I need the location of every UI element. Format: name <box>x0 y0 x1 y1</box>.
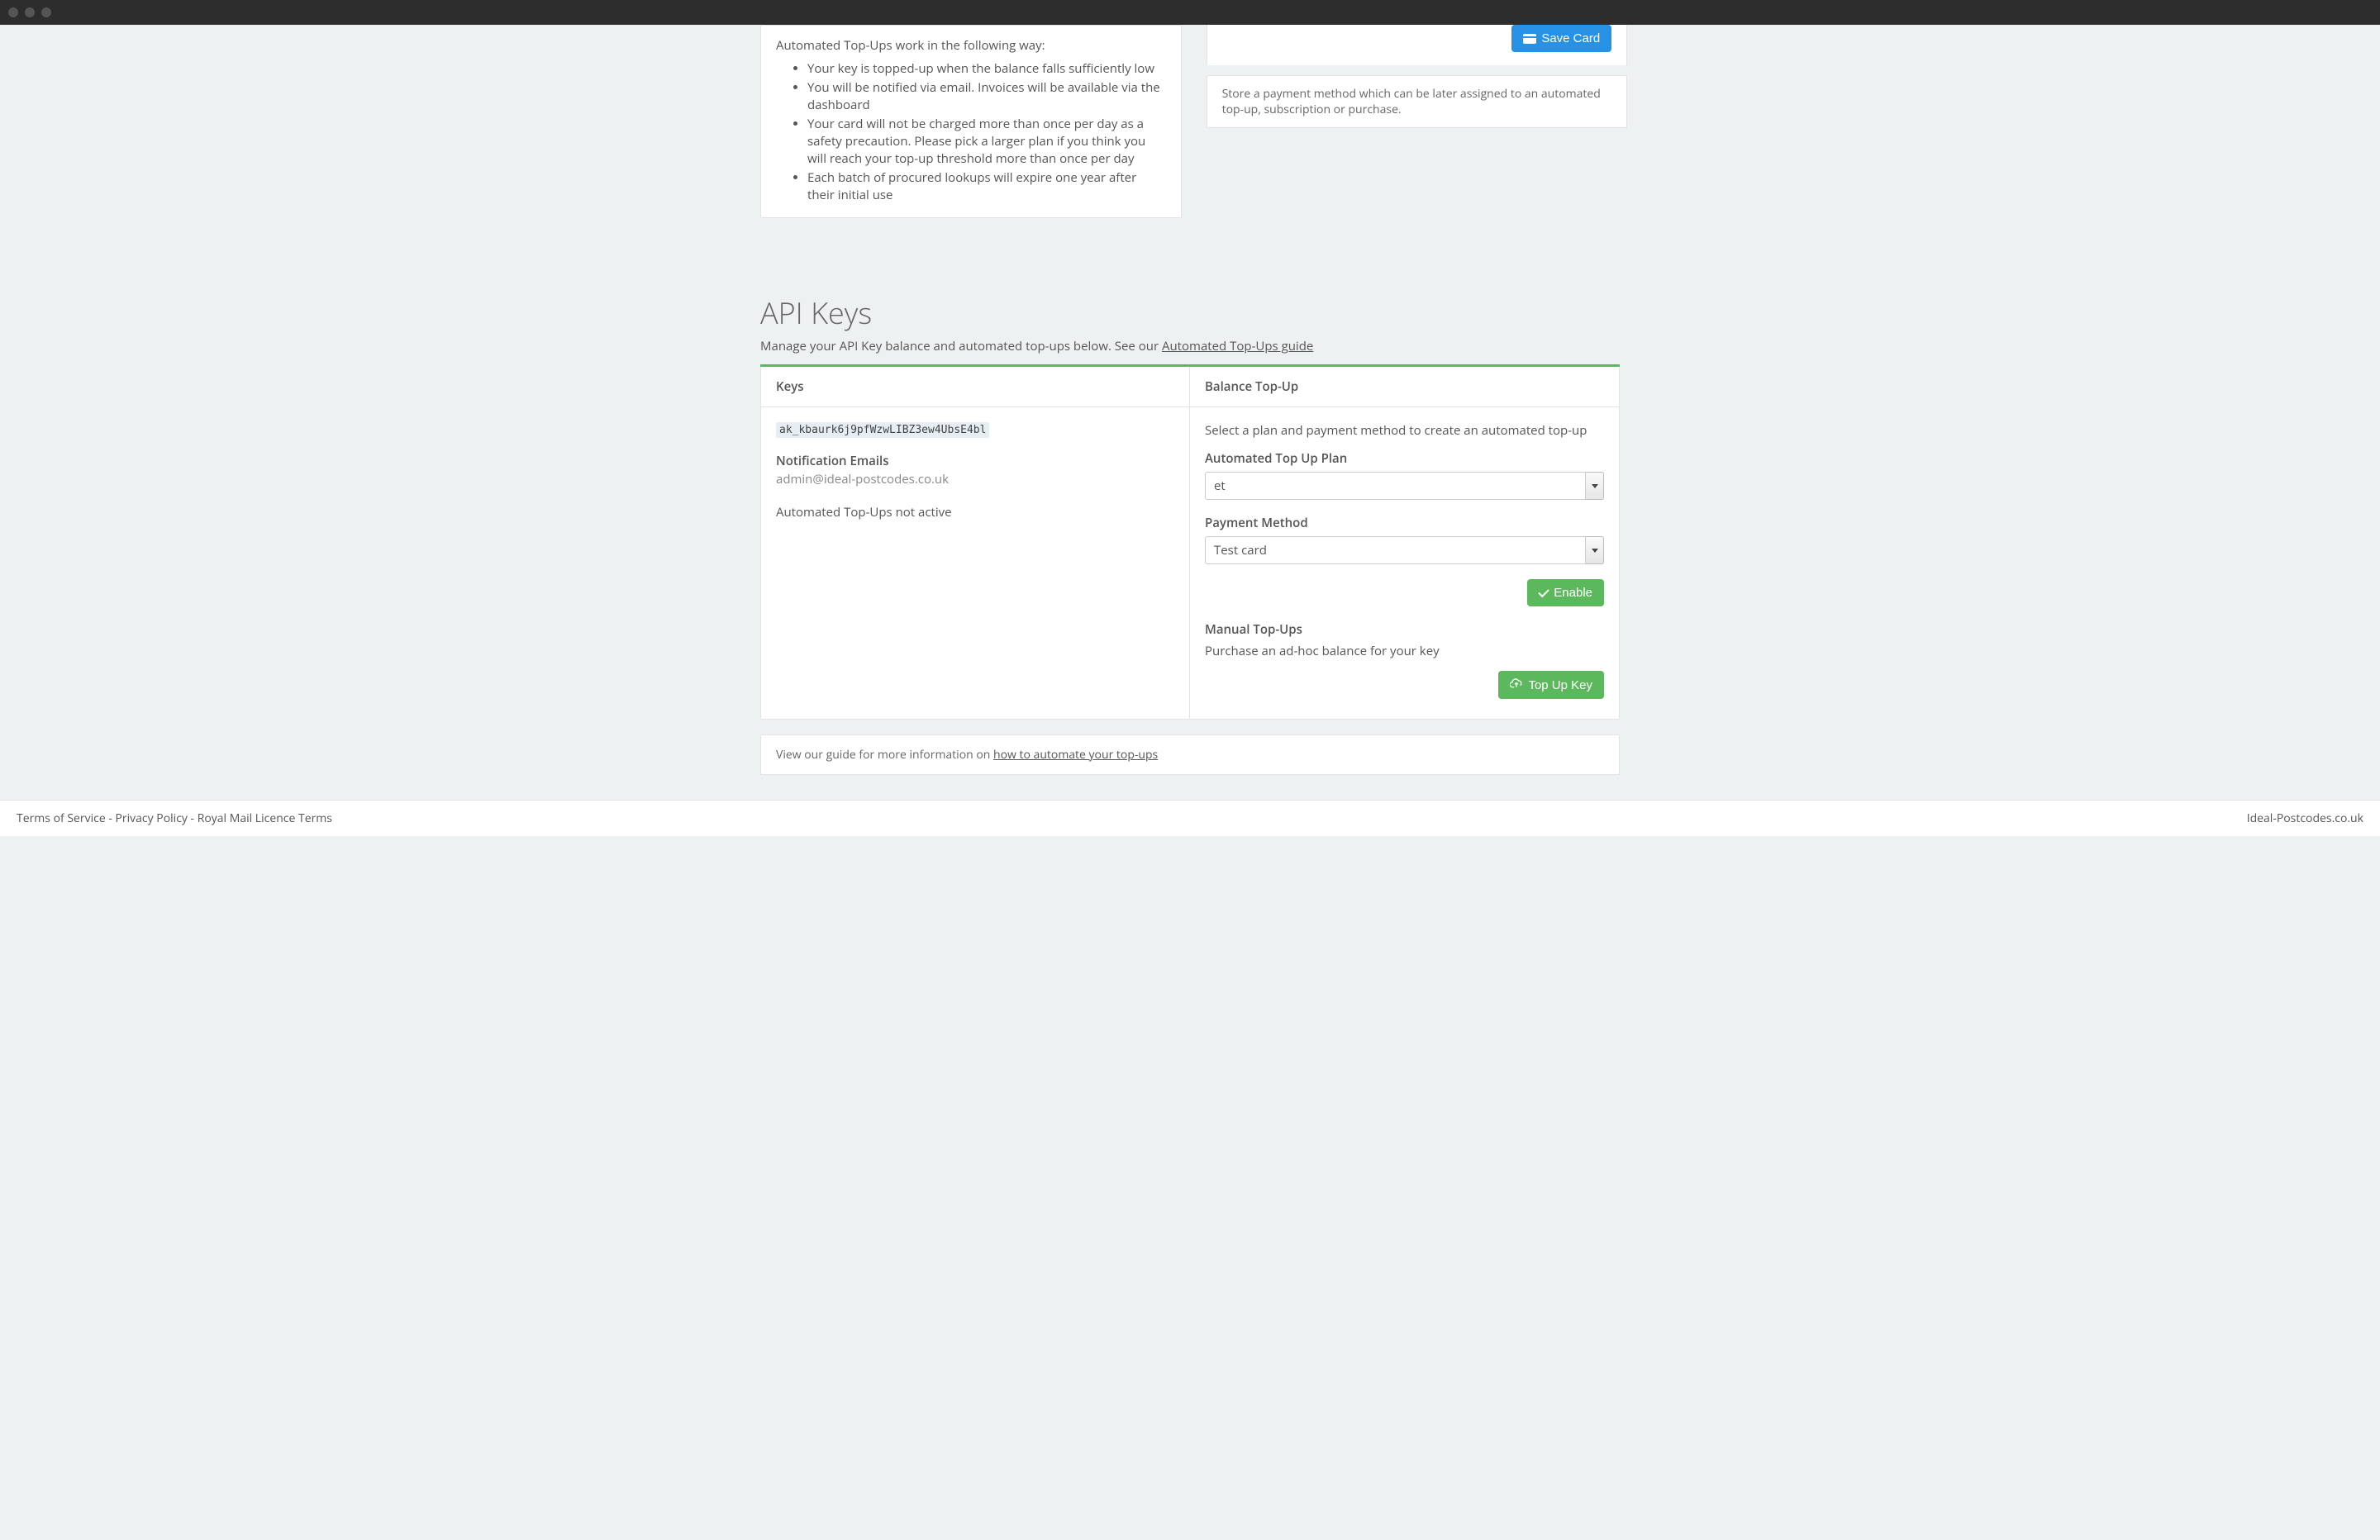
api-keys-panel: Keys ak_kbaurk6j9pfWzwLIBZ3ew4UbsE4bl No… <box>760 364 1620 720</box>
topups-bullet: You will be notified via email. Invoices… <box>807 79 1166 114</box>
privacy-link[interactable]: Privacy Policy <box>115 810 187 826</box>
automated-topups-info-panel: Automated Top-Ups work in the following … <box>760 25 1182 218</box>
save-card-panel: Save Card <box>1207 25 1628 65</box>
topups-bullet: Your key is topped-up when the balance f… <box>807 60 1166 78</box>
balance-column-header: Balance Top-Up <box>1190 367 1619 407</box>
window-titlebar <box>0 0 2380 25</box>
chevron-down-icon[interactable] <box>1586 472 1604 500</box>
keys-column-header: Keys <box>761 367 1189 407</box>
plan-label: Automated Top Up Plan <box>1205 450 1604 467</box>
enable-label: Enable <box>1554 586 1592 600</box>
payment-method-label: Payment Method <box>1205 515 1604 531</box>
notification-email-value: admin@ideal-postcodes.co.uk <box>776 471 1174 487</box>
topups-intro: Automated Top-Ups work in the following … <box>776 37 1166 54</box>
credit-card-icon <box>1523 34 1536 44</box>
payment-method-select[interactable]: Test card <box>1205 536 1604 564</box>
api-key-value[interactable]: ak_kbaurk6j9pfWzwLIBZ3ew4UbsE4bl <box>776 422 989 438</box>
keys-column: Keys ak_kbaurk6j9pfWzwLIBZ3ew4UbsE4bl No… <box>761 367 1190 719</box>
manual-topups-desc: Purchase an ad-hoc balance for your key <box>1205 643 1604 659</box>
automated-topups-guide-link[interactable]: Automated Top-Ups guide <box>1162 338 1313 354</box>
guide-footer: View our guide for more information on h… <box>760 734 1620 775</box>
check-icon <box>1539 587 1549 597</box>
save-card-label: Save Card <box>1541 31 1600 45</box>
automate-topups-guide-link[interactable]: how to automate your top-ups <box>993 747 1158 763</box>
topups-bullet-list: Your key is topped-up when the balance f… <box>776 60 1166 204</box>
save-card-button[interactable]: Save Card <box>1511 25 1611 52</box>
top-up-key-button[interactable]: Top Up Key <box>1498 671 1604 699</box>
chevron-down-icon[interactable] <box>1586 536 1604 564</box>
top-up-key-label: Top Up Key <box>1528 678 1592 692</box>
balance-desc: Select a plan and payment method to crea… <box>1205 422 1604 439</box>
plan-select[interactable]: et <box>1205 472 1604 500</box>
terms-link[interactable]: Terms of Service <box>17 810 106 826</box>
topups-bullet: Each batch of procured lookups will expi… <box>807 169 1166 204</box>
brand-link[interactable]: Ideal-Postcodes.co.uk <box>2247 810 2363 826</box>
plan-select-value[interactable]: et <box>1205 472 1586 500</box>
royal-mail-link[interactable]: Royal Mail Licence Terms <box>198 810 332 826</box>
enable-button[interactable]: Enable <box>1527 579 1604 606</box>
page-footer: Terms of Service - Privacy Policy - Roya… <box>0 800 2380 836</box>
manual-topups-heading: Manual Top-Ups <box>1205 621 1604 638</box>
api-keys-title: API Keys <box>760 292 1620 333</box>
store-payment-note: Store a payment method which can be late… <box>1207 75 1628 128</box>
notification-emails-heading: Notification Emails <box>776 453 1174 469</box>
traffic-light-close[interactable] <box>8 7 18 17</box>
topups-bullet: Your card will not be charged more than … <box>807 116 1166 168</box>
payment-method-value[interactable]: Test card <box>1205 536 1586 564</box>
topup-status: Automated Top-Ups not active <box>776 504 1174 520</box>
traffic-light-zoom[interactable] <box>41 7 51 17</box>
api-keys-subtitle: Manage your API Key balance and automate… <box>760 338 1620 354</box>
traffic-light-minimize[interactable] <box>25 7 35 17</box>
cloud-upload-icon <box>1510 677 1523 692</box>
balance-column: Balance Top-Up Select a plan and payment… <box>1190 367 1619 719</box>
